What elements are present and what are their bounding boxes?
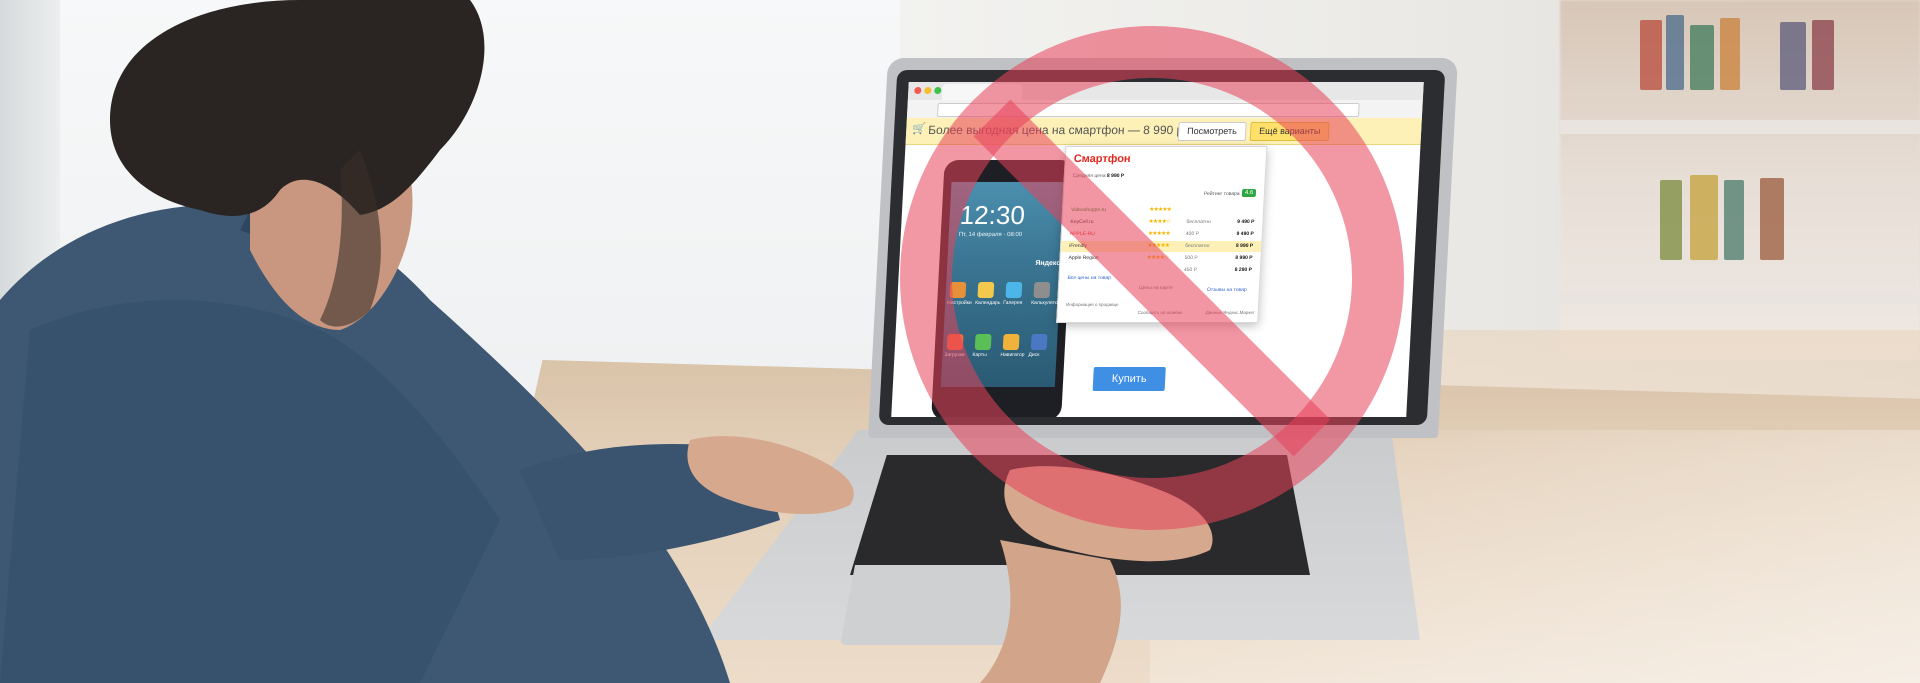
reviews-link[interactable]: Отзывы на товар: [1207, 287, 1247, 293]
shop-name: Apple Region: [1068, 255, 1099, 261]
shop-name: iFrendly: [1069, 243, 1088, 249]
phone-brand: Яндекс: [1035, 260, 1061, 267]
shop-delivery: бесплатно: [1185, 243, 1210, 249]
browser-tab[interactable]: [941, 84, 1023, 100]
look-button[interactable]: Посмотреть: [1177, 122, 1247, 141]
shop-row[interactable]: Apple Region ★★★★☆ 500 Р 8 990 Р: [1060, 253, 1261, 264]
phone-app-label: Карты: [972, 352, 987, 358]
laptop-screen: 🛒 Более выгодная цена на смартфон — 8 99…: [891, 82, 1424, 417]
bookshelf-book: [1690, 25, 1714, 90]
close-window-dot[interactable]: [914, 87, 922, 94]
shop-price: 9 490 Р: [1236, 231, 1254, 237]
phone-app-label: Загрузки: [944, 352, 965, 358]
shop-name: APPLE-RU: [1069, 231, 1095, 237]
shop-row[interactable]: APPLE-RU ★★★★★ 400 Р 9 490 Р: [1061, 229, 1262, 240]
shop-name: Videoshoppe.ru: [1070, 207, 1107, 213]
bookshelf-book: [1640, 20, 1662, 90]
shop-stars: ★★★★★: [1148, 207, 1172, 213]
browser-tabbar: [907, 82, 1424, 100]
rating-badge: 4.6: [1241, 189, 1257, 197]
sovetnik-bar: 🛒 Более выгодная цена на смартфон — 8 99…: [905, 118, 1422, 145]
phone-app-label: Навигатор: [1000, 352, 1025, 358]
shop-stars: ★★★★☆: [1148, 219, 1171, 225]
bookshelf-plank: [1560, 120, 1920, 134]
shop-stars: ★★★★☆: [1146, 255, 1169, 261]
photo-scene: 🛒 Более выгодная цена на смартфон — 8 99…: [0, 0, 1920, 683]
background-window: [0, 0, 900, 430]
bookshelf-book: [1780, 22, 1806, 90]
popup-title: Смартфон: [1073, 153, 1131, 165]
shop-price: 8 990 Р: [1235, 255, 1253, 261]
rating-label: Рейтинг товара: [1203, 191, 1240, 197]
phone-app-label: Диск: [1028, 352, 1040, 358]
shop-price: 9 490 Р: [1237, 219, 1255, 225]
seller-info-link[interactable]: Информация о продавце: [1066, 302, 1119, 307]
phone-date: Пт, 14 февраля · 08:00: [958, 232, 1023, 238]
bookshelf-book: [1660, 180, 1682, 260]
bookshelf-book: [1720, 18, 1740, 90]
minimize-window-dot[interactable]: [924, 87, 932, 94]
shop-delivery: 450 Р: [1183, 267, 1198, 273]
shop-row[interactable]: 450 Р 8 290 Р: [1060, 265, 1261, 276]
map-prices-link[interactable]: Цены на карте: [1139, 285, 1173, 291]
shop-row[interactable]: iFrendly ★★★★★ бесплатно 8 990 Р: [1060, 241, 1262, 252]
laptop-trackpad: [840, 565, 1090, 645]
phone-app-icon[interactable]: [1030, 334, 1048, 350]
report-error-link[interactable]: Сообщить об ошибке: [1138, 310, 1183, 315]
shop-delivery: бесплатно: [1186, 219, 1211, 225]
shop-delivery: 400 Р: [1185, 231, 1200, 237]
laptop-keyboard: [850, 455, 1310, 575]
data-source-note: Данные Яндекс.Маркет: [1205, 310, 1255, 315]
shop-name: KeyCell.ru: [1070, 219, 1094, 225]
shop-row[interactable]: Videoshoppe.ru ★★★★★: [1063, 205, 1264, 216]
phone-app-label: Калькулятор: [1031, 300, 1061, 306]
phone-app-icon[interactable]: [949, 282, 967, 298]
background-window-frame: [0, 0, 60, 300]
phone-app-icon[interactable]: [977, 282, 995, 298]
shop-stars: ★★★★★: [1147, 231, 1170, 237]
bookshelf-book: [1812, 20, 1834, 90]
address-input[interactable]: [936, 103, 1360, 117]
bookshelf-plank: [1560, 290, 1920, 304]
shop-price: 8 290 Р: [1234, 267, 1253, 273]
shop-stars: ★★★★★: [1147, 243, 1170, 249]
phone-app-label: Галерея: [1003, 300, 1023, 306]
phone-app-icon[interactable]: [974, 334, 992, 350]
cart-icon: 🛒: [912, 123, 927, 135]
bookshelf-book: [1666, 15, 1684, 90]
phone-app-label: Календарь: [975, 300, 1001, 306]
average-price-value: 8 990 Р: [1106, 173, 1125, 179]
more-options-button[interactable]: Ещё варианты: [1249, 122, 1330, 141]
average-price-label: Средняя цена: [1072, 173, 1106, 179]
phone-app-label: Настройки: [947, 300, 972, 306]
bookshelf-book: [1690, 175, 1718, 260]
phone-app-icon[interactable]: [1002, 334, 1020, 350]
shop-delivery: 500 Р: [1184, 255, 1198, 261]
buy-button[interactable]: Купить: [1092, 367, 1166, 391]
maximize-window-dot[interactable]: [934, 87, 942, 94]
price-comparison-popup: Смартфон Средняя цена 8 990 Р Рейтинг то…: [1056, 146, 1268, 323]
shop-price: 8 990 Р: [1235, 243, 1254, 249]
phone-app-icon[interactable]: [1033, 282, 1051, 298]
phone-app-icon[interactable]: [946, 334, 964, 350]
phone-app-icon[interactable]: [1005, 282, 1023, 298]
browser-address-bar: [906, 100, 1423, 119]
bookshelf-book: [1724, 180, 1744, 260]
shop-row[interactable]: KeyCell.ru ★★★★☆ бесплатно 9 490 Р: [1062, 217, 1263, 228]
phone-clock: 12:30: [959, 200, 1026, 230]
sovetnik-message: Более выгодная цена на смартфон — 8 990 …: [927, 123, 1187, 137]
bookshelf-book: [1760, 178, 1784, 260]
popup-average-price: Средняя цена 8 990 Р: [1073, 173, 1125, 179]
